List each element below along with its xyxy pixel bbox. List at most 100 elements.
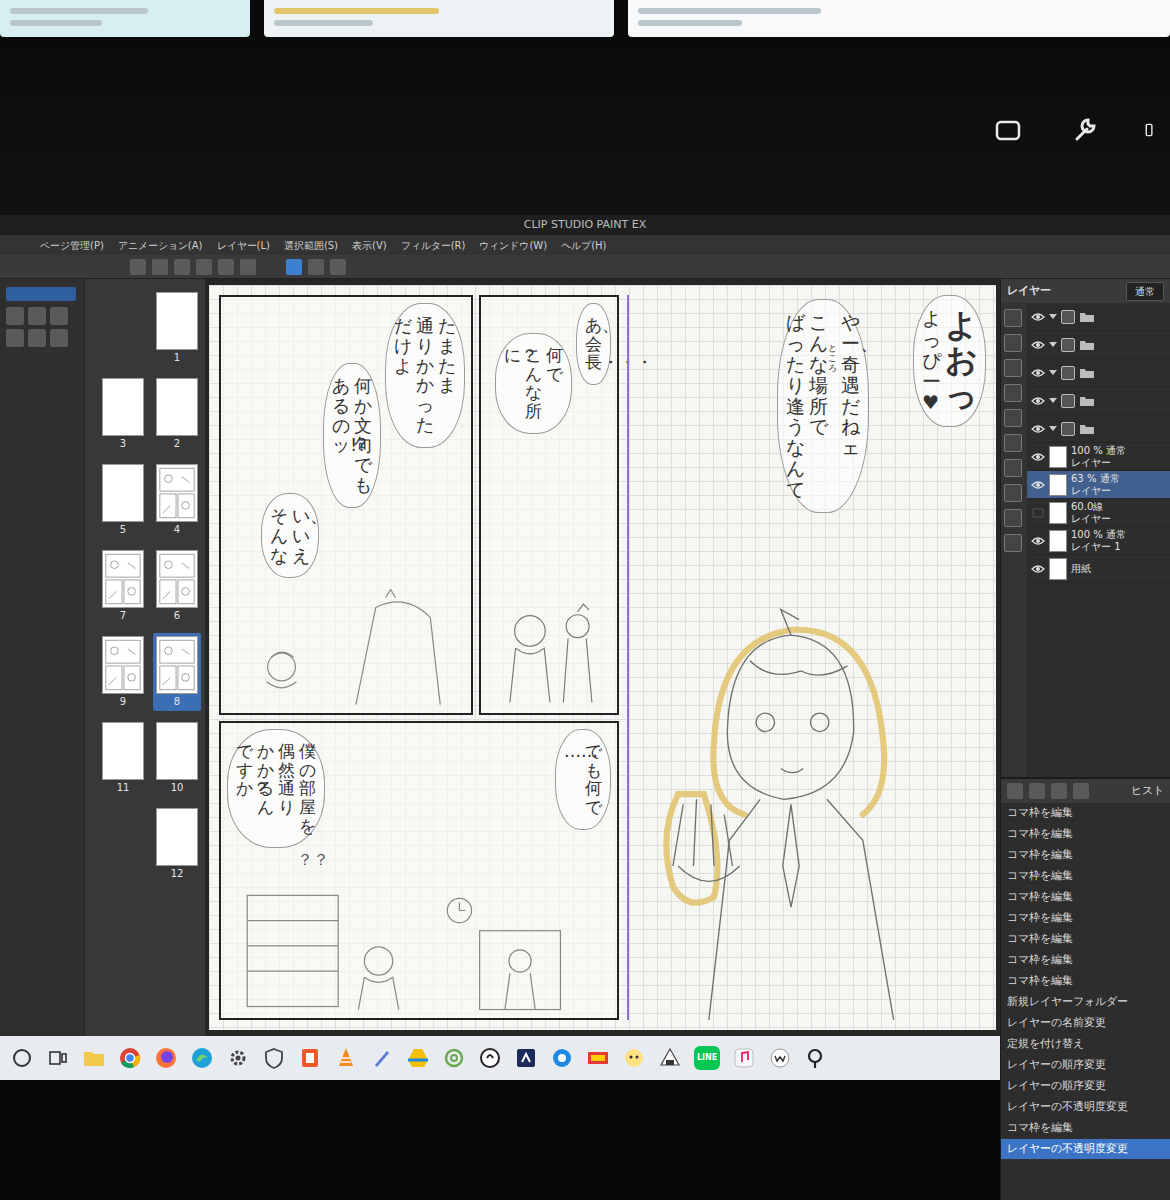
command-icon[interactable] <box>218 259 234 275</box>
layer-check-icon[interactable] <box>1061 338 1075 352</box>
browser-icon[interactable] <box>550 1046 574 1070</box>
chrome-icon[interactable] <box>118 1046 142 1070</box>
page-thumbnail[interactable]: 1 <box>153 289 201 367</box>
history-command-icon[interactable] <box>1029 783 1045 799</box>
command-icon[interactable] <box>308 259 324 275</box>
command-icon[interactable] <box>1004 309 1022 327</box>
command-icon[interactable] <box>174 259 190 275</box>
eye-icon[interactable] <box>1031 535 1045 547</box>
command-icon[interactable] <box>1004 434 1022 452</box>
page-thumbnail[interactable]: 7 <box>99 547 147 625</box>
layer-row[interactable]: 用紙 <box>1027 555 1170 583</box>
app-icon[interactable] <box>514 1046 538 1070</box>
menu-item[interactable]: ページ管理(P) <box>40 238 104 253</box>
layer-row[interactable] <box>1027 331 1170 359</box>
tool-icon[interactable] <box>6 329 24 347</box>
background-window[interactable] <box>264 0 614 37</box>
menu-item[interactable]: フィルター(R) <box>401 238 466 253</box>
command-icon[interactable] <box>1004 459 1022 477</box>
swirl-icon[interactable] <box>442 1046 466 1070</box>
menu-item[interactable]: ヘルプ(H) <box>561 238 606 253</box>
character-app-icon[interactable] <box>622 1046 646 1070</box>
layer-row[interactable]: 100 % 通常レイヤー <box>1027 443 1170 471</box>
command-icon[interactable] <box>152 259 168 275</box>
tool-icon[interactable] <box>50 329 68 347</box>
expand-icon[interactable] <box>1049 398 1057 403</box>
app-icon[interactable] <box>586 1046 610 1070</box>
history-item[interactable]: コマ枠を編集 <box>1001 1118 1170 1139</box>
history-item[interactable]: コマ枠を編集 <box>1001 887 1170 908</box>
layer-row[interactable] <box>1027 415 1170 443</box>
history-item[interactable]: レイヤーの不透明度変更 <box>1001 1139 1170 1160</box>
layer-row[interactable]: 60.0線レイヤー <box>1027 499 1170 527</box>
page-thumbnail[interactable]: 12 <box>153 805 201 883</box>
command-icon[interactable] <box>1004 334 1022 352</box>
search-icon[interactable] <box>10 1046 34 1070</box>
background-window[interactable] <box>628 0 1170 37</box>
command-icon[interactable] <box>130 259 146 275</box>
drive-icon[interactable] <box>406 1046 430 1070</box>
expand-icon[interactable] <box>1049 426 1057 431</box>
manga-panel[interactable]: あ、会長・・・何でこんな所に？ <box>479 295 619 715</box>
history-item[interactable]: コマ枠を編集 <box>1001 824 1170 845</box>
history-item[interactable]: 新規レイヤーフォルダー <box>1001 992 1170 1013</box>
tool-icon[interactable] <box>28 329 46 347</box>
settings-icon[interactable] <box>226 1046 250 1070</box>
eye-icon[interactable] <box>1031 423 1045 435</box>
page-manager-tab[interactable] <box>6 287 76 301</box>
tool-icon[interactable] <box>50 307 68 325</box>
page-thumbnail[interactable]: 4 <box>153 461 201 539</box>
command-icon[interactable] <box>1004 384 1022 402</box>
history-item[interactable]: レイヤーの順序変更 <box>1001 1055 1170 1076</box>
firefox-icon[interactable] <box>154 1046 178 1070</box>
layer-row[interactable]: 100 % 通常レイヤー 1 <box>1027 527 1170 555</box>
history-command-icon[interactable] <box>1051 783 1067 799</box>
menu-item[interactable]: 表示(V) <box>352 238 387 253</box>
page-thumbnail[interactable]: 8 <box>153 633 201 711</box>
manga-panel[interactable]: たまたま通りかかっただけよ何か文句でもあるのッ!?い、いえそんな <box>219 295 473 715</box>
vlc-icon[interactable] <box>334 1046 358 1070</box>
page-thumbnail[interactable]: 2 <box>153 375 201 453</box>
eye-icon[interactable] <box>1031 367 1045 379</box>
wrench-icon[interactable] <box>1068 114 1100 146</box>
clip-studio-icon[interactable] <box>478 1046 502 1070</box>
layer-row[interactable] <box>1027 303 1170 331</box>
command-icon[interactable] <box>1004 484 1022 502</box>
history-item[interactable]: コマ枠を編集 <box>1001 908 1170 929</box>
page-thumbnail[interactable]: 3 <box>99 375 147 453</box>
file-explorer-icon[interactable] <box>82 1046 106 1070</box>
menu-item[interactable]: 選択範囲(S) <box>284 238 338 253</box>
layer-check-icon[interactable] <box>1061 422 1075 436</box>
manga-page[interactable]: あ、会長・・・何でこんな所に？ たまたま通りかかっただけよ何か文句でもあるのッ!… <box>209 285 996 1030</box>
page-thumbnail[interactable]: 9 <box>99 633 147 711</box>
menu-item[interactable]: アニメーション(A) <box>118 238 203 253</box>
page-thumbnail[interactable]: 5 <box>99 461 147 539</box>
layer-check-icon[interactable] <box>1061 366 1075 380</box>
history-tab[interactable]: ヒスト <box>1131 783 1164 800</box>
page-thumbnail[interactable]: 10 <box>153 719 201 797</box>
command-icon[interactable] <box>240 259 256 275</box>
eye-icon[interactable] <box>1031 395 1045 407</box>
pen-mode-icon[interactable] <box>286 259 302 275</box>
history-item[interactable]: コマ枠を編集 <box>1001 971 1170 992</box>
tool-icon[interactable] <box>28 307 46 325</box>
history-item[interactable]: レイヤーの不透明度変更 <box>1001 1097 1170 1118</box>
layer-row[interactable]: 63 % 通常レイヤー <box>1027 471 1170 499</box>
layer-row[interactable] <box>1027 387 1170 415</box>
search-app-icon[interactable] <box>804 1046 828 1070</box>
page-thumbnail[interactable]: 11 <box>99 719 147 797</box>
eye-icon[interactable] <box>1031 507 1045 519</box>
command-icon[interactable] <box>196 259 212 275</box>
app-icon[interactable] <box>768 1046 792 1070</box>
history-item[interactable]: コマ枠を編集 <box>1001 950 1170 971</box>
line-icon[interactable]: LINE <box>694 1046 720 1070</box>
command-icon[interactable] <box>1004 359 1022 377</box>
background-window[interactable] <box>0 0 250 37</box>
eye-icon[interactable] <box>1031 563 1045 575</box>
menu-item[interactable]: ウィンドウ(W) <box>479 238 547 253</box>
tool-icon[interactable] <box>6 307 24 325</box>
history-item[interactable]: コマ枠を編集 <box>1001 845 1170 866</box>
blend-mode-select[interactable]: 通常 <box>1126 282 1164 301</box>
history-item[interactable]: レイヤーの名前変更 <box>1001 1013 1170 1034</box>
manga-panel[interactable]: でも何で……僕の部屋を偶然通りかかるんですか？ ？？ <box>219 721 619 1020</box>
